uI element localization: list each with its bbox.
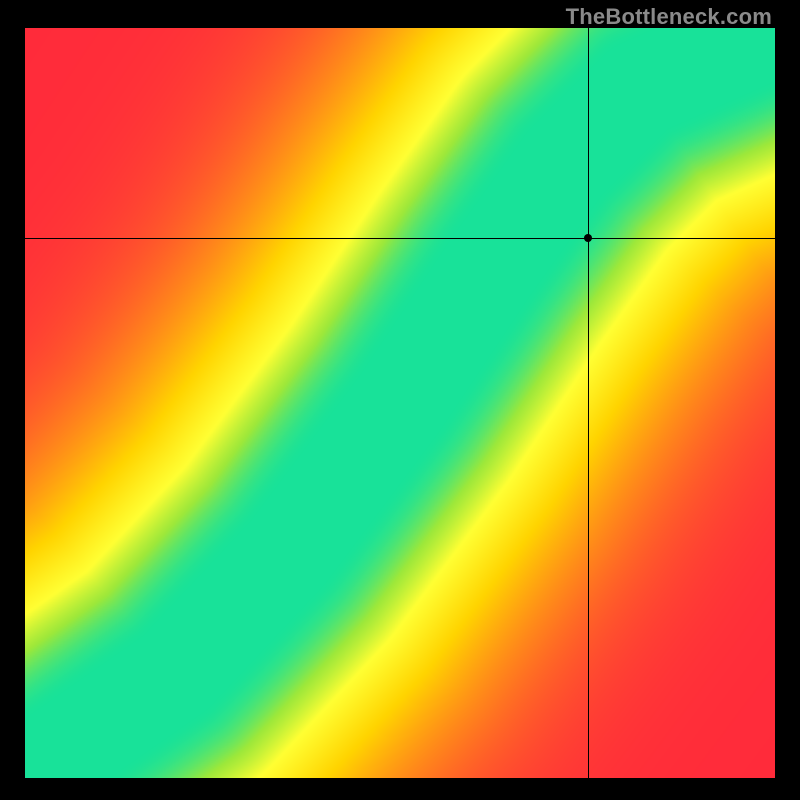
crosshair-horizontal: [25, 238, 775, 239]
crosshair-vertical: [588, 28, 589, 778]
marker-point: [584, 234, 592, 242]
attribution-text: TheBottleneck.com: [566, 4, 772, 30]
chart-container: TheBottleneck.com: [0, 0, 800, 800]
heatmap-canvas: [25, 28, 775, 778]
